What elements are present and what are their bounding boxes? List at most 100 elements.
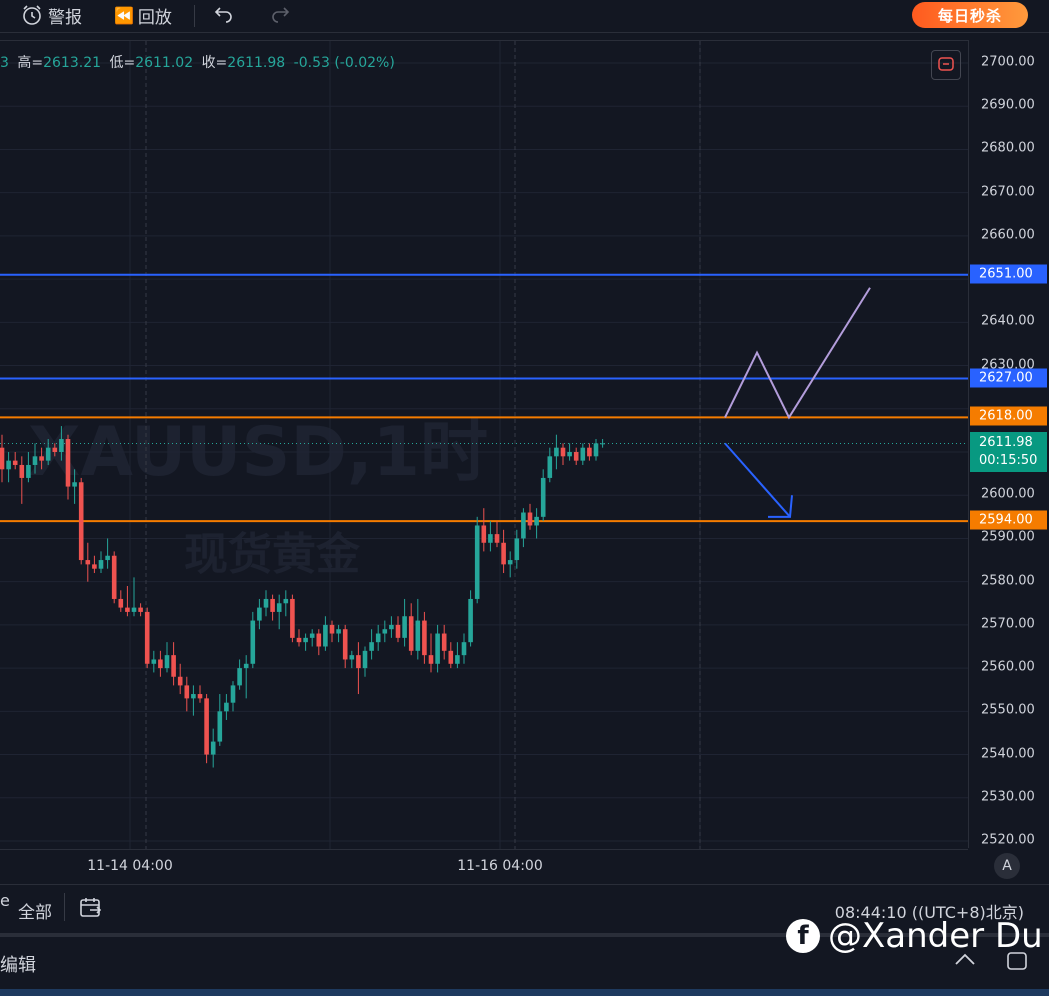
candle-body: [138, 607, 143, 612]
price-tick-label: 2520.00: [981, 832, 1035, 848]
ohlc-legend: 3 高=2613.21 低=2611.02 收=2611.98 -0.53 (-…: [0, 52, 395, 72]
level-price-label: 2618.00: [970, 406, 1047, 426]
candle-body: [461, 642, 467, 656]
candle-body: [488, 534, 493, 543]
candle-body: [573, 452, 579, 461]
candle-body: [435, 633, 440, 664]
candle-body: [547, 456, 553, 478]
close-key: 收=: [201, 55, 228, 71]
candle-body: [323, 624, 328, 647]
candle-body: [448, 650, 454, 664]
candle-body: [32, 456, 38, 465]
candle-body: [309, 633, 315, 638]
candle-body: [329, 624, 335, 634]
candle-body: [85, 560, 91, 565]
chart-pane[interactable]: XAUUSD,1时 现货黄金: [0, 40, 968, 849]
candle-body: [402, 616, 407, 638]
promo-label: 每日秒杀: [937, 6, 1002, 25]
undo-button[interactable]: [214, 0, 234, 30]
candle-body: [428, 655, 434, 664]
candle-body: [554, 447, 559, 457]
candle-body: [230, 685, 236, 703]
candle-body: [468, 598, 473, 643]
candle-body: [501, 542, 506, 565]
rewind-icon: ⏪: [114, 5, 134, 25]
candle-body: [481, 525, 487, 543]
range-prev-item[interactable]: e: [0, 891, 10, 921]
candle-body: [534, 516, 539, 526]
candle-body: [52, 447, 58, 452]
time-axis[interactable]: 11-14 04:00 11-16 04:00: [0, 849, 968, 882]
price-tick-label: 2660.00: [981, 227, 1035, 243]
candlestick-chart[interactable]: [0, 41, 968, 849]
author-credit: f @Xander Du: [786, 916, 1043, 956]
candle-body: [507, 560, 513, 565]
candle-body: [197, 694, 203, 699]
candle-body: [389, 624, 394, 630]
candle-body: [349, 655, 355, 660]
edit-tab[interactable]: 编辑: [0, 951, 36, 977]
date-range-button[interactable]: [79, 897, 103, 923]
price-tick-label: 2580.00: [981, 573, 1035, 589]
range-all-button[interactable]: 全部: [18, 898, 52, 923]
candle-body: [408, 616, 414, 651]
level-price-label: 2627.00: [970, 368, 1047, 388]
candle-body: [580, 447, 586, 461]
candle-body: [567, 452, 572, 457]
candle-body: [111, 555, 117, 599]
last-price-value: 2611.98: [979, 435, 1033, 451]
candle-body: [455, 655, 460, 664]
candle-body: [593, 443, 599, 457]
candle-body: [527, 512, 533, 526]
candle-body: [415, 620, 421, 651]
bar-countdown: 00:15:50: [979, 453, 1038, 469]
candle-body: [164, 655, 170, 669]
level-price-label: 2594.00: [970, 510, 1047, 530]
candle-body: [158, 659, 163, 669]
low-value: 2611.02: [135, 55, 194, 71]
auto-scale-label: A: [1002, 858, 1012, 874]
candle-body: [45, 447, 51, 461]
auto-scale-button[interactable]: A: [994, 853, 1020, 879]
candle-body: [72, 482, 77, 487]
candle-body: [474, 525, 480, 599]
candle-body: [560, 447, 566, 457]
price-tick-label: 2680.00: [981, 140, 1035, 156]
candle-body: [237, 668, 242, 686]
candle-body: [356, 655, 361, 669]
candle-body: [39, 456, 44, 461]
time-tick-label: 11-14 04:00: [87, 858, 173, 874]
alarm-clock-icon: [20, 3, 44, 27]
redo-button[interactable]: [270, 0, 290, 30]
candle-body: [177, 676, 183, 686]
candle-body: [131, 607, 137, 612]
candle-body: [441, 633, 447, 651]
open-tail: 3: [0, 55, 9, 71]
low-key: 低=: [109, 55, 136, 71]
candle-body: [191, 694, 196, 699]
daily-flash-sale-button[interactable]: 每日秒杀: [912, 2, 1028, 28]
replay-button[interactable]: ⏪ 回放: [114, 0, 172, 30]
candle-body: [375, 633, 381, 643]
change-value: -0.53 (-0.02%): [293, 55, 395, 71]
candle-body: [290, 598, 295, 638]
candle-body: [184, 685, 190, 699]
price-tick-label: 2560.00: [981, 659, 1035, 675]
candle-body: [369, 642, 374, 651]
alert-button[interactable]: 警报: [20, 0, 82, 30]
screenshot-button[interactable]: [931, 50, 961, 80]
candle-body: [276, 603, 282, 612]
candle-body: [362, 650, 368, 669]
candle-body: [316, 633, 322, 647]
calendar-arrow-icon: [79, 898, 103, 923]
alert-label: 警报: [48, 7, 82, 28]
redo-icon: [270, 3, 290, 28]
top-toolbar: 警报 ⏪ 回放 每日秒杀: [0, 0, 1049, 33]
level-price-label: 2651.00: [970, 264, 1047, 284]
candle-body: [283, 598, 289, 604]
candle-body: [257, 607, 262, 621]
price-tick-label: 2600.00: [981, 486, 1035, 502]
candle-body: [540, 477, 546, 517]
candle-body: [217, 711, 223, 742]
candle-body: [587, 447, 592, 457]
